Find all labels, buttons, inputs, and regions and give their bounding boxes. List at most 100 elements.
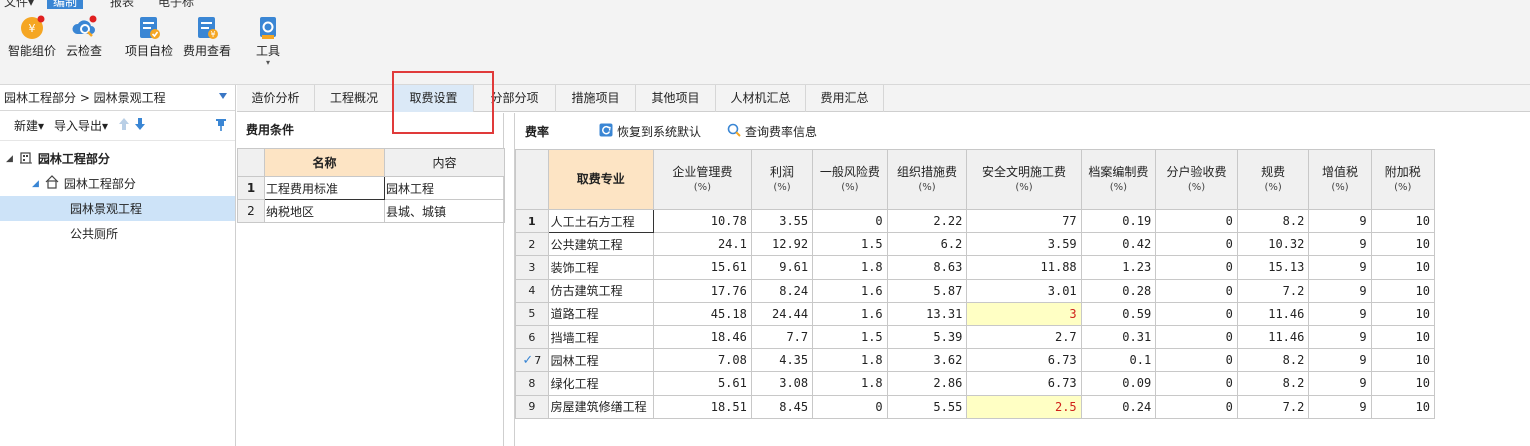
rate-cell-regulatory[interactable]: 7.2 xyxy=(1236,394,1310,419)
rate-cell-regulatory[interactable]: 11.46 xyxy=(1236,301,1310,326)
rate-cell-profit[interactable]: 3.08 xyxy=(750,371,814,396)
rate-cell-general-risk[interactable]: 0 xyxy=(812,208,888,234)
rate-cell-regulatory[interactable]: 15.13 xyxy=(1236,255,1310,280)
rate-cell-safety-civil[interactable]: 3.59 xyxy=(966,232,1082,257)
rate-cell-general-risk[interactable]: 1.6 xyxy=(812,301,888,326)
tab-other-items[interactable]: 其他项目 xyxy=(636,85,716,112)
tree-node-root[interactable]: ◢ 园林工程部分 xyxy=(0,146,235,171)
rate-cell-regulatory[interactable]: 11.46 xyxy=(1236,324,1310,350)
smart-pricing-button[interactable]: ¥ 智能组价 xyxy=(7,15,57,58)
rate-cell-profit[interactable]: 9.61 xyxy=(750,255,814,280)
rate-cell-household-acceptance[interactable]: 0 xyxy=(1155,255,1238,280)
rate-cell-management[interactable]: 18.46 xyxy=(652,324,752,350)
rate-cell-surcharge[interactable]: 10 xyxy=(1370,301,1436,326)
rate-cell-management[interactable]: 10.78 xyxy=(652,208,752,234)
specialty-cell[interactable]: 绿化工程 xyxy=(547,371,654,396)
rate-cell-regulatory[interactable]: 10.32 xyxy=(1236,232,1310,257)
rate-cell-archive[interactable]: 1.23 xyxy=(1080,255,1157,280)
rate-cell-vat[interactable]: 9 xyxy=(1308,348,1372,373)
condition-value-cell[interactable]: 县城、城镇 xyxy=(384,199,505,223)
rate-cell-safety-civil[interactable]: 3.01 xyxy=(966,278,1082,303)
import-export-button[interactable]: 导入导出▾ xyxy=(54,117,108,134)
tree-node-unit-selected[interactable]: 园林景观工程 xyxy=(0,196,235,221)
rate-cell-archive[interactable]: 0.09 xyxy=(1080,371,1157,396)
specialty-cell[interactable]: 道路工程 xyxy=(547,301,654,326)
tab-project-overview[interactable]: 工程概况 xyxy=(315,85,394,112)
rate-cell-surcharge[interactable]: 10 xyxy=(1370,255,1436,280)
specialty-cell[interactable]: 仿古建筑工程 xyxy=(547,278,654,303)
rate-cell-org-measures[interactable]: 5.87 xyxy=(886,278,968,303)
fee-view-button[interactable]: ¥ 费用查看 xyxy=(181,15,233,58)
rate-cell-vat[interactable]: 9 xyxy=(1308,324,1372,350)
rate-cell-vat[interactable]: 9 xyxy=(1308,394,1372,419)
rate-cell-management[interactable]: 24.1 xyxy=(652,232,752,257)
rate-cell-vat[interactable]: 9 xyxy=(1308,278,1372,303)
rate-cell-archive[interactable]: 0.24 xyxy=(1080,394,1157,419)
rate-cell-org-measures[interactable]: 5.55 xyxy=(886,394,968,419)
rate-cell-general-risk[interactable]: 0 xyxy=(812,394,888,419)
rate-cell-profit[interactable]: 4.35 xyxy=(750,348,814,373)
rate-cell-org-measures[interactable]: 2.22 xyxy=(886,208,968,234)
rate-cell-safety-civil[interactable]: 11.88 xyxy=(966,255,1082,280)
tab-labor-material-summary[interactable]: 人材机汇总 xyxy=(716,85,806,112)
specialty-cell[interactable]: 房屋建筑修缮工程 xyxy=(547,394,654,419)
condition-value-cell[interactable]: 园林工程 xyxy=(384,176,505,200)
rate-cell-household-acceptance[interactable]: 0 xyxy=(1155,301,1238,326)
rate-cell-household-acceptance[interactable]: 0 xyxy=(1155,324,1238,350)
rate-cell-safety-civil[interactable]: 6.73 xyxy=(966,371,1082,396)
rate-cell-safety-civil[interactable]: 3 xyxy=(966,301,1082,326)
rate-cell-safety-civil[interactable]: 2.7 xyxy=(966,324,1082,350)
specialty-cell[interactable]: 装饰工程 xyxy=(547,255,654,280)
restore-default-button[interactable]: 恢复到系统默认 xyxy=(599,123,701,140)
rate-cell-org-measures[interactable]: 13.31 xyxy=(886,301,968,326)
condition-name-cell[interactable]: 工程费用标准 xyxy=(264,176,385,200)
condition-name-cell[interactable]: 纳税地区 xyxy=(264,199,385,223)
menu-file[interactable]: 文件▾ xyxy=(4,0,34,9)
rate-cell-management[interactable]: 18.51 xyxy=(652,394,752,419)
tab-cost-analysis[interactable]: 造价分析 xyxy=(237,85,315,112)
rate-cell-regulatory[interactable]: 8.2 xyxy=(1236,208,1310,234)
specialty-cell[interactable]: 人工土石方工程 xyxy=(547,208,654,234)
rate-cell-regulatory[interactable]: 8.2 xyxy=(1236,371,1310,396)
rate-cell-org-measures[interactable]: 5.39 xyxy=(886,324,968,350)
rate-cell-general-risk[interactable]: 1.5 xyxy=(812,232,888,257)
tools-button[interactable]: 工具 ▾ xyxy=(254,15,282,68)
rate-cell-org-measures[interactable]: 6.2 xyxy=(886,232,968,257)
rate-cell-profit[interactable]: 12.92 xyxy=(750,232,814,257)
rate-cell-management[interactable]: 45.18 xyxy=(652,301,752,326)
rate-cell-household-acceptance[interactable]: 0 xyxy=(1155,371,1238,396)
rate-cell-archive[interactable]: 0.31 xyxy=(1080,324,1157,350)
rate-cell-management[interactable]: 15.61 xyxy=(652,255,752,280)
rate-cell-surcharge[interactable]: 10 xyxy=(1370,232,1436,257)
query-rate-info-button[interactable]: 查询费率信息 xyxy=(727,123,817,140)
rate-cell-profit[interactable]: 7.7 xyxy=(750,324,814,350)
specialty-cell[interactable]: 挡墙工程 xyxy=(547,324,654,350)
rate-cell-profit[interactable]: 24.44 xyxy=(750,301,814,326)
rate-cell-regulatory[interactable]: 7.2 xyxy=(1236,278,1310,303)
specialty-cell[interactable]: 园林工程 xyxy=(547,348,654,373)
rate-cell-vat[interactable]: 9 xyxy=(1308,255,1372,280)
rate-cell-management[interactable]: 5.61 xyxy=(652,371,752,396)
rate-cell-household-acceptance[interactable]: 0 xyxy=(1155,278,1238,303)
rate-cell-general-risk[interactable]: 1.5 xyxy=(812,324,888,350)
rate-cell-surcharge[interactable]: 10 xyxy=(1370,324,1436,350)
rate-cell-vat[interactable]: 9 xyxy=(1308,232,1372,257)
rate-cell-safety-civil[interactable]: 77 xyxy=(966,208,1082,234)
rate-cell-vat[interactable]: 9 xyxy=(1308,371,1372,396)
rate-cell-org-measures[interactable]: 8.63 xyxy=(886,255,968,280)
rate-cell-general-risk[interactable]: 1.8 xyxy=(812,255,888,280)
rate-cell-archive[interactable]: 0.19 xyxy=(1080,208,1157,234)
rate-cell-management[interactable]: 17.76 xyxy=(652,278,752,303)
rate-cell-profit[interactable]: 8.24 xyxy=(750,278,814,303)
menu-e-bid[interactable]: 电子标 xyxy=(158,0,194,9)
rate-cell-management[interactable]: 7.08 xyxy=(652,348,752,373)
tab-measures[interactable]: 措施项目 xyxy=(556,85,636,112)
rate-cell-surcharge[interactable]: 10 xyxy=(1370,208,1436,234)
pin-icon[interactable] xyxy=(215,118,227,135)
rate-cell-vat[interactable]: 9 xyxy=(1308,208,1372,234)
move-down-icon[interactable] xyxy=(134,117,146,134)
rate-cell-org-measures[interactable]: 2.86 xyxy=(886,371,968,396)
tree-node-unit[interactable]: 公共厕所 xyxy=(0,221,235,246)
rate-cell-archive[interactable]: 0.59 xyxy=(1080,301,1157,326)
tab-fee-settings[interactable]: 取费设置 xyxy=(394,85,474,112)
